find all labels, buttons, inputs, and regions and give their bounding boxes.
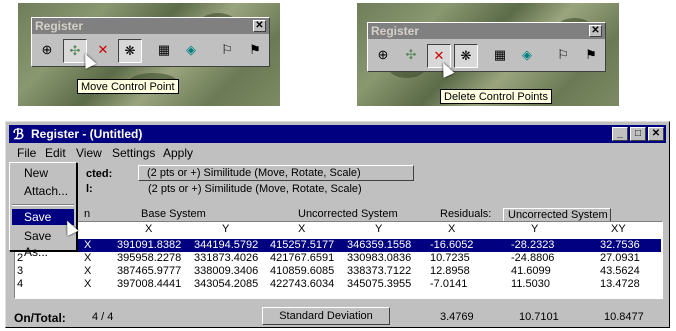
- maximize-button[interactable]: □: [630, 127, 646, 141]
- col-unc-y-header: Y: [375, 223, 383, 235]
- model-select-1[interactable]: (2 pts or +) Similitude (Move, Rotate, S…: [138, 165, 414, 181]
- model-label-1: cted:: [86, 168, 113, 180]
- app-logo-icon: ℬ: [13, 126, 25, 142]
- col-base-header: Base System: [141, 208, 206, 220]
- on-total-count: 4 / 4: [92, 311, 114, 323]
- table-row[interactable]: 3 X 387465.9777 338009.3406 410859.6085 …: [16, 265, 661, 278]
- file-menu-dropdown: New Attach... Save Save As...: [9, 162, 77, 259]
- model-value-2: (2 pts or +) Similitude (Move, Rotate, S…: [148, 183, 362, 195]
- tooltip-delete-control-points: Delete Control Points: [440, 89, 552, 104]
- control-points-table: X Y X Y X Y XY 1 X 391091.8382 344194.57…: [14, 221, 663, 299]
- menu-separator: [12, 204, 74, 206]
- col-base-y-header: Y: [222, 223, 230, 235]
- close-button[interactable]: ✕: [648, 127, 664, 141]
- col-base-x-header: X: [145, 223, 153, 235]
- menu-item-attach[interactable]: Attach...: [12, 183, 74, 199]
- std-x-value: 3.4769: [440, 311, 474, 323]
- toolbar-close-button[interactable]: ✕: [253, 20, 266, 32]
- table-row[interactable]: 1 X 391091.8382 344194.5792 415257.5177 …: [16, 239, 661, 252]
- move-control-point-icon[interactable]: ✣: [399, 44, 423, 68]
- register-toolbar-right: Register ✕ ⊕ ✣ ✕ ❋ ▦ ◈ ⚐ ⚑: [367, 22, 606, 72]
- table-row[interactable]: 2 X 395958.2278 331873.4026 421767.6591 …: [16, 252, 661, 265]
- col-res-x-header: X: [448, 223, 456, 235]
- grid-icon[interactable]: ▦: [152, 39, 176, 63]
- col-unc-x-header: X: [298, 223, 306, 235]
- view-points-icon[interactable]: ❋: [454, 44, 478, 68]
- std-y-value: 10.7101: [519, 311, 559, 323]
- menu-file[interactable]: File: [17, 145, 36, 161]
- window-titlebar: ℬ Register - (Untitled) _ □ ✕: [9, 125, 666, 143]
- col-residuals-header: Residuals:: [440, 208, 492, 220]
- menu-apply[interactable]: Apply: [163, 145, 193, 161]
- on-total-label: On/Total:: [14, 311, 66, 325]
- toolbar-close-button[interactable]: ✕: [589, 25, 602, 37]
- col-uncorrected-header: Uncorrected System: [298, 208, 398, 220]
- toolbar-title: Register: [368, 23, 605, 39]
- menu-view[interactable]: View: [76, 145, 102, 161]
- grid-icon[interactable]: ▦: [488, 44, 512, 68]
- view-points-icon[interactable]: ❋: [118, 39, 142, 63]
- model-label-2: l:: [86, 183, 93, 195]
- flag-icon[interactable]: ⚐: [215, 39, 239, 63]
- menu-settings[interactable]: Settings: [112, 145, 155, 161]
- add-control-point-icon[interactable]: ⊕: [35, 39, 59, 63]
- flag-icon[interactable]: ⚐: [551, 44, 575, 68]
- col-on-header: n: [84, 208, 91, 220]
- minimize-button[interactable]: _: [612, 127, 628, 141]
- tooltip-move-control-point: Move Control Point: [77, 79, 179, 94]
- register-toolbar-left: Register ✕ ⊕ ✣ ✕ ❋ ▦ ◈ ⚐ ⚑: [31, 17, 270, 67]
- menu-edit[interactable]: Edit: [45, 145, 66, 161]
- fit-icon[interactable]: ◈: [515, 44, 539, 68]
- standard-deviation-button[interactable]: Standard Deviation: [262, 307, 390, 325]
- fit-icon[interactable]: ◈: [179, 39, 203, 63]
- add-control-point-icon[interactable]: ⊕: [371, 44, 395, 68]
- table-row[interactable]: 4 X 397008.4441 343054.2085 422743.6034 …: [16, 278, 661, 291]
- std-xy-value: 10.8477: [604, 311, 644, 323]
- window-title: Register - (Untitled): [31, 127, 143, 141]
- toolbar-title: Register: [32, 18, 269, 34]
- flag-alt-icon[interactable]: ⚑: [579, 44, 603, 68]
- col-res-y-header: Y: [531, 223, 539, 235]
- register-window: ℬ Register - (Untitled) _ □ ✕ File Edit …: [5, 121, 670, 328]
- col-res-xy-header: XY: [611, 223, 626, 235]
- residuals-system-select[interactable]: Uncorrected System: [503, 208, 611, 222]
- menu-item-new[interactable]: New: [12, 165, 74, 181]
- flag-alt-icon[interactable]: ⚑: [243, 39, 267, 63]
